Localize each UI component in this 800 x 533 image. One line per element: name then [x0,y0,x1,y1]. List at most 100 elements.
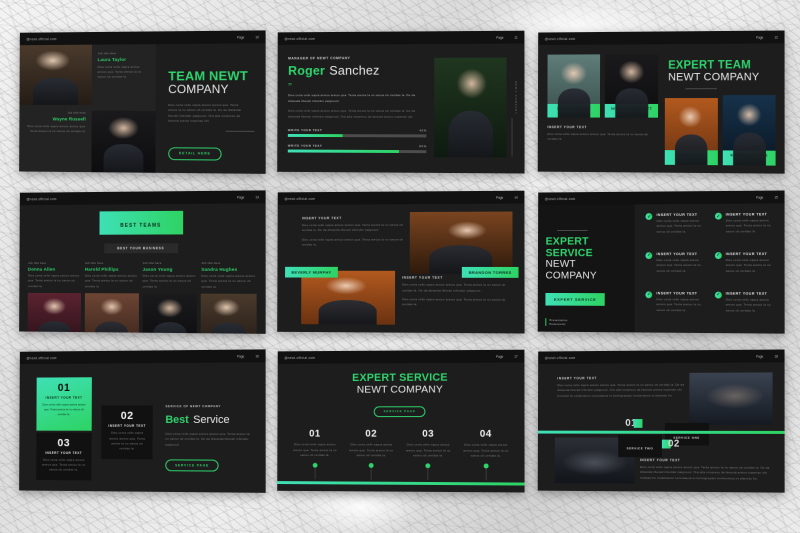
manager-photo [435,57,507,157]
name-chip: EUGENE BROWN Job title here [547,104,600,118]
divider [685,88,717,89]
step-stem [428,469,429,481]
check-icon: ✓ [645,291,652,298]
feature-item[interactable]: ✓ INSERT YOUR TEXT Dies certa velle sapr… [645,252,705,284]
text-block: INSERT YOUR TEXT Dies certa velle sapra … [547,126,658,143]
divider [225,131,255,132]
block-text-2: Dies certa velle sapra aretos aretos qua… [402,297,512,308]
left-content: MANAGER OF NEWT COMPANY Roger Sanchez ” … [288,56,435,163]
slide-wrapper-5: @newt.official.com Page 14 INSERT YOUR T… [273,190,526,334]
section-two-text: INSERT YOUR TEXT Dies certa velle sapra … [640,458,770,482]
right-block: EXPERT TEAM NEWT COMPANY BRENDA JONES Jo… [665,53,776,165]
team-card[interactable]: KATHLEEN CLARK Job title here [722,95,775,165]
tag-service-two[interactable]: SERVICE TWO [617,435,661,458]
feature-item[interactable]: ✓ INSERT YOUR TEXT Dies certa velle sapr… [645,212,705,244]
detail-here-button[interactable]: DETAIL HERE [168,147,222,160]
team-card[interactable]: EUGENE BROWN Job title here [547,54,600,118]
sub-banner: BEST YOUR BUSINESS [104,243,178,253]
team-column[interactable]: Job title here Harold Phillips Dies cert… [85,261,139,334]
title-area: EXPERT SERVICE NEWT COMPANY SERVICE PAGE [287,373,515,418]
feature-item[interactable]: ✓ INSERT YOUR TEXT Dies certa velle sapr… [645,291,705,324]
bar-fill [288,134,343,137]
expert-service-button[interactable]: EXPERT SERVICE [545,293,605,306]
slide-06[interactable]: @newt.official.com Page 15 EXPERT SERVIC… [537,190,784,333]
text-block-2: INSERT YOUR TEXT Dies certa velle sapra … [402,276,512,309]
slide-wrapper-1: @newt.official.com Page 10 Job title her… [14,30,267,174]
page-number: 18 [774,354,778,358]
badge-two: 02 [662,439,680,450]
brand-url: @newt.official.com [285,196,316,200]
member-job: Job title here [85,261,139,265]
block-text-2: Dies certa velle sapra aretos aretos qua… [302,237,412,248]
feature-title: INSERT YOUR TEXT [656,252,705,256]
block-heading: INSERT YOUR TEXT [302,215,412,219]
member-photo-1 [19,45,91,106]
section-heading: INSERT YOUR TEXT [640,458,770,463]
step-stem [486,469,487,481]
team-card[interactable]: NICHOLAS BENNETT Job title here [605,54,659,118]
step-item[interactable]: 04 Dies certa velle sapra aretos aretos … [457,429,515,481]
topbar-right: Page 11 [496,35,518,39]
feature-item[interactable]: ✓ INSERT YOUR TEXT Dies certa velle sapr… [714,252,775,285]
member-job: Job title here [25,111,86,115]
block-text: Dies certa velle sapra aretos aretos qua… [302,222,412,233]
member-name: Laura Taylor [98,56,150,61]
slide-08[interactable]: @newt.official.com Page 17 EXPERT SERVIC… [278,350,526,492]
member-name: BRENDA JONES [665,153,718,157]
slide-09[interactable]: @newt.official.com Page 18 INSERT YOUR T… [537,350,784,493]
slide-wrapper-7: @newt.official.com Page 16 01 INSERT YOU… [14,349,267,493]
step-number: 01 [287,429,343,440]
brand-url: @newt.official.com [544,37,575,41]
team-column[interactable]: Job title here Donna Allen Dies certa ve… [28,261,81,334]
section-one-text: INSERT YOUR TEXT Dies certa velle sapra … [557,376,684,399]
topbar-right: Page 15 [756,195,778,199]
section-heading: INSERT YOUR TEXT [557,376,684,381]
step-item[interactable]: 01 Dies certa velle sapra aretos aretos … [287,429,343,480]
block-text: Dies certa velle sapra aretos aretos qua… [402,282,512,293]
tag-label: SERVICE TWO [626,447,653,451]
slide-02[interactable]: @newt.official.com Page 11 MANAGER OF NE… [278,31,526,173]
section-text: Dies certa velle sapra aretos aretos qua… [640,465,770,482]
member-job: Job title here [605,112,658,115]
left-column: Job title here Wayne Russell Dies certa … [19,45,92,172]
skill-bar-1: WRITE YOUR TEXT 40% [288,128,427,137]
card-03[interactable]: 03 INSERT YOUR TEXT Dies certa velle sap… [36,432,92,480]
card-01[interactable]: 01 INSERT YOUR TEXT Dies certa velle sap… [36,378,92,431]
member-desc: Dies certa velle sapra aretos aretos qua… [98,64,150,80]
slide-01[interactable]: @newt.official.com Page 10 Job title her… [19,30,266,173]
feature-item[interactable]: ✓ INSERT YOUR TEXT Dies certa velle sapr… [714,291,775,324]
team-column[interactable]: Job title here Jason Young Dies certa ve… [142,261,197,334]
section-text: Dies certa velle sapra aretos aretos qua… [557,383,684,399]
slide-07[interactable]: @newt.official.com Page 16 01 INSERT YOU… [19,350,266,493]
member-name: Harold Phillips [85,266,139,271]
check-icon: ✓ [714,212,721,219]
card-number: 02 [106,411,148,423]
slide-title-white: NEWT COMPANY [668,71,776,83]
team-column[interactable]: Job title here Sandra Hughes Dies certa … [201,261,257,334]
slide-04[interactable]: @newt.official.com Page 13 BEST TEAMS BE… [19,190,266,333]
topbar-right: Page 10 [237,35,259,39]
page-label: Page [756,35,763,39]
slide-03[interactable]: @newt.official.com Page 12 EUGENE BROWN … [537,30,784,173]
slide-05[interactable]: @newt.official.com Page 14 INSERT YOUR T… [278,190,526,332]
intro-paragraph: Dies certa velle sapra aretos aretos qua… [288,94,427,105]
member-name: Donna Allen [28,266,81,271]
team-card[interactable]: BRENDA JONES Job title here [665,98,718,165]
service-page-button[interactable]: SERVICE PAGE [374,406,426,417]
card-02[interactable]: 02 INSERT YOUR TEXT Dies certa velle sap… [101,406,153,460]
step-item[interactable]: 03 Dies certa velle sapra aretos aretos … [400,429,457,481]
feature-text: Dies certa velle sapra aretos aretos qua… [725,297,775,313]
feature-title: INSERT YOUR TEXT [725,212,775,216]
topbar-right: Page 18 [756,354,778,358]
service-page-button[interactable]: SERVICE PAGE [165,460,219,472]
feature-item[interactable]: ✓ INSERT YOUR TEXT Dies certa velle sapr… [714,212,775,245]
page-number: 12 [774,35,778,39]
feature-title: INSERT YOUR TEXT [656,212,705,216]
photo-service-one [689,373,772,425]
page-label: Page [756,354,763,358]
slide-description: Dies certa velle sapra aretos aretos qua… [168,103,243,125]
vertical-caption: NEWT COMPANY [514,81,517,115]
page-number: 16 [255,354,259,358]
member-name: Sandra Hughes [201,266,257,271]
step-item[interactable]: 02 Dies certa velle sapra aretos aretos … [343,429,400,480]
